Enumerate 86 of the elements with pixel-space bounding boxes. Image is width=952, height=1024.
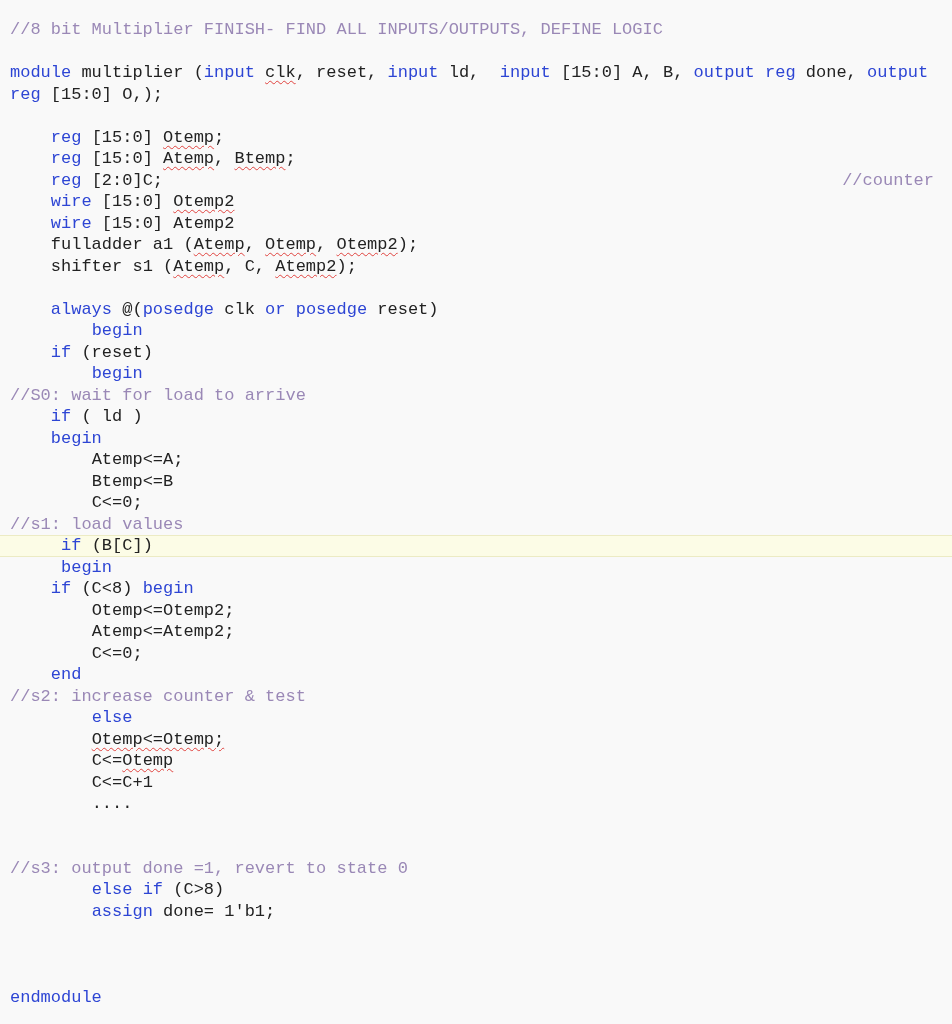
code-text: clk	[223, 298, 256, 320]
code-text: (B[C])	[90, 536, 153, 556]
code-text: multiplier (	[80, 62, 204, 84]
code-text: [15:0] O,);	[49, 83, 164, 105]
code-text: [15:0]	[90, 126, 154, 148]
code-text: ;	[285, 148, 296, 170]
code-text: (C>8)	[172, 879, 225, 901]
code-text: ld,	[447, 62, 481, 84]
code-keyword: reg	[49, 126, 82, 148]
code-comment: //counter	[842, 169, 935, 191]
code-text: shifter s1 (	[49, 255, 174, 277]
code-text: ,	[316, 234, 328, 256]
code-text: Atemp<=Atemp2;	[90, 621, 235, 643]
code-text: , C,	[224, 255, 267, 277]
code-text: [15:0]	[100, 191, 165, 213]
code-text: [2:0]C;	[90, 169, 164, 191]
code-text: Otemp2	[173, 191, 235, 213]
code-text: Otemp<=Otemp2;	[90, 599, 235, 621]
code-text: C<=C+1	[90, 771, 153, 793]
code-text: Otemp	[265, 234, 317, 256]
code-keyword: input	[387, 62, 439, 84]
code-comment: //s2: increase counter & test	[10, 685, 306, 707]
code-keyword: end	[49, 664, 82, 686]
code-keyword: output	[867, 62, 929, 84]
code-keyword: begin	[90, 320, 143, 342]
code-text: ( ld )	[80, 406, 143, 428]
code-keyword: endmodule	[10, 986, 102, 1008]
code-comment: //8 bit Multiplier FINISH- FIND ALL INPUTS/OUTPUTS, DEFINE LOGIC	[10, 19, 663, 41]
code-text: done,	[804, 62, 858, 84]
code-text: Otemp	[163, 126, 215, 148]
code-text: Atemp2	[275, 255, 337, 277]
code-keyword: output reg	[693, 62, 796, 84]
code-text: done= 1'b1;	[162, 900, 276, 922]
code-text: Btemp<=B	[90, 470, 174, 492]
code-keyword: if	[60, 536, 82, 556]
code-keyword: assign	[90, 900, 153, 922]
code-keyword: begin	[60, 556, 113, 578]
code-keyword: input	[203, 62, 255, 84]
code-keyword: if	[49, 341, 72, 363]
code-text: ;	[214, 126, 225, 148]
code-text: clk	[264, 62, 296, 84]
code-text: C<=	[90, 750, 123, 772]
code-keyword: if	[49, 406, 72, 428]
code-text: Atemp	[173, 255, 225, 277]
code-comment: //S0: wait for load to arrive	[10, 384, 306, 406]
code-text: C<=0;	[90, 642, 143, 664]
code-text: Atemp<=A;	[90, 449, 184, 471]
code-text: Atemp	[163, 148, 215, 170]
code-text: );	[397, 234, 419, 256]
code-text: Otemp<=Otemp;	[90, 728, 225, 750]
code-text: Otemp	[122, 750, 174, 772]
code-text: ,	[214, 148, 226, 170]
code-text: fulladder a1 (	[49, 234, 194, 256]
code-text: ....	[90, 793, 133, 815]
code-text: Btemp	[234, 148, 286, 170]
code-text: @(	[121, 298, 143, 320]
code-text: [15:0] A, B,	[559, 62, 685, 84]
code-keyword: reg	[10, 83, 41, 105]
code-text: (C<8)	[80, 578, 134, 600]
code-text: C<=0;	[90, 492, 143, 514]
code-text: Atemp	[193, 234, 245, 256]
code-keyword: reg	[49, 148, 82, 170]
code-text: Otemp2	[336, 234, 398, 256]
code-keyword: input	[499, 62, 551, 84]
code-keyword: else	[90, 707, 133, 729]
code-text: [15:0] Atemp2	[100, 212, 235, 234]
code-text: (reset)	[80, 341, 153, 363]
code-keyword: begin	[49, 427, 102, 449]
code-keyword: reg	[49, 169, 82, 191]
code-keyword: begin	[142, 578, 194, 600]
code-comment: //s1: load values	[10, 513, 184, 535]
code-text: , reset,	[295, 62, 379, 84]
code-keyword: wire	[49, 191, 92, 213]
code-keyword: if	[49, 578, 72, 600]
code-keyword: or posedge	[265, 298, 368, 320]
code-comment: //s3: output done =1, revert to state 0	[10, 857, 408, 879]
code-keyword: module	[10, 62, 72, 84]
code-keyword: else if	[90, 879, 164, 901]
code-text: reset)	[376, 298, 439, 320]
code-keyword: posedge	[142, 298, 215, 320]
code-keyword: begin	[90, 363, 143, 385]
code-text: );	[336, 255, 357, 277]
code-text: [15:0]	[90, 148, 154, 170]
code-keyword: always	[49, 298, 113, 320]
code-keyword: wire	[49, 212, 92, 234]
code-text: ,	[244, 234, 256, 256]
